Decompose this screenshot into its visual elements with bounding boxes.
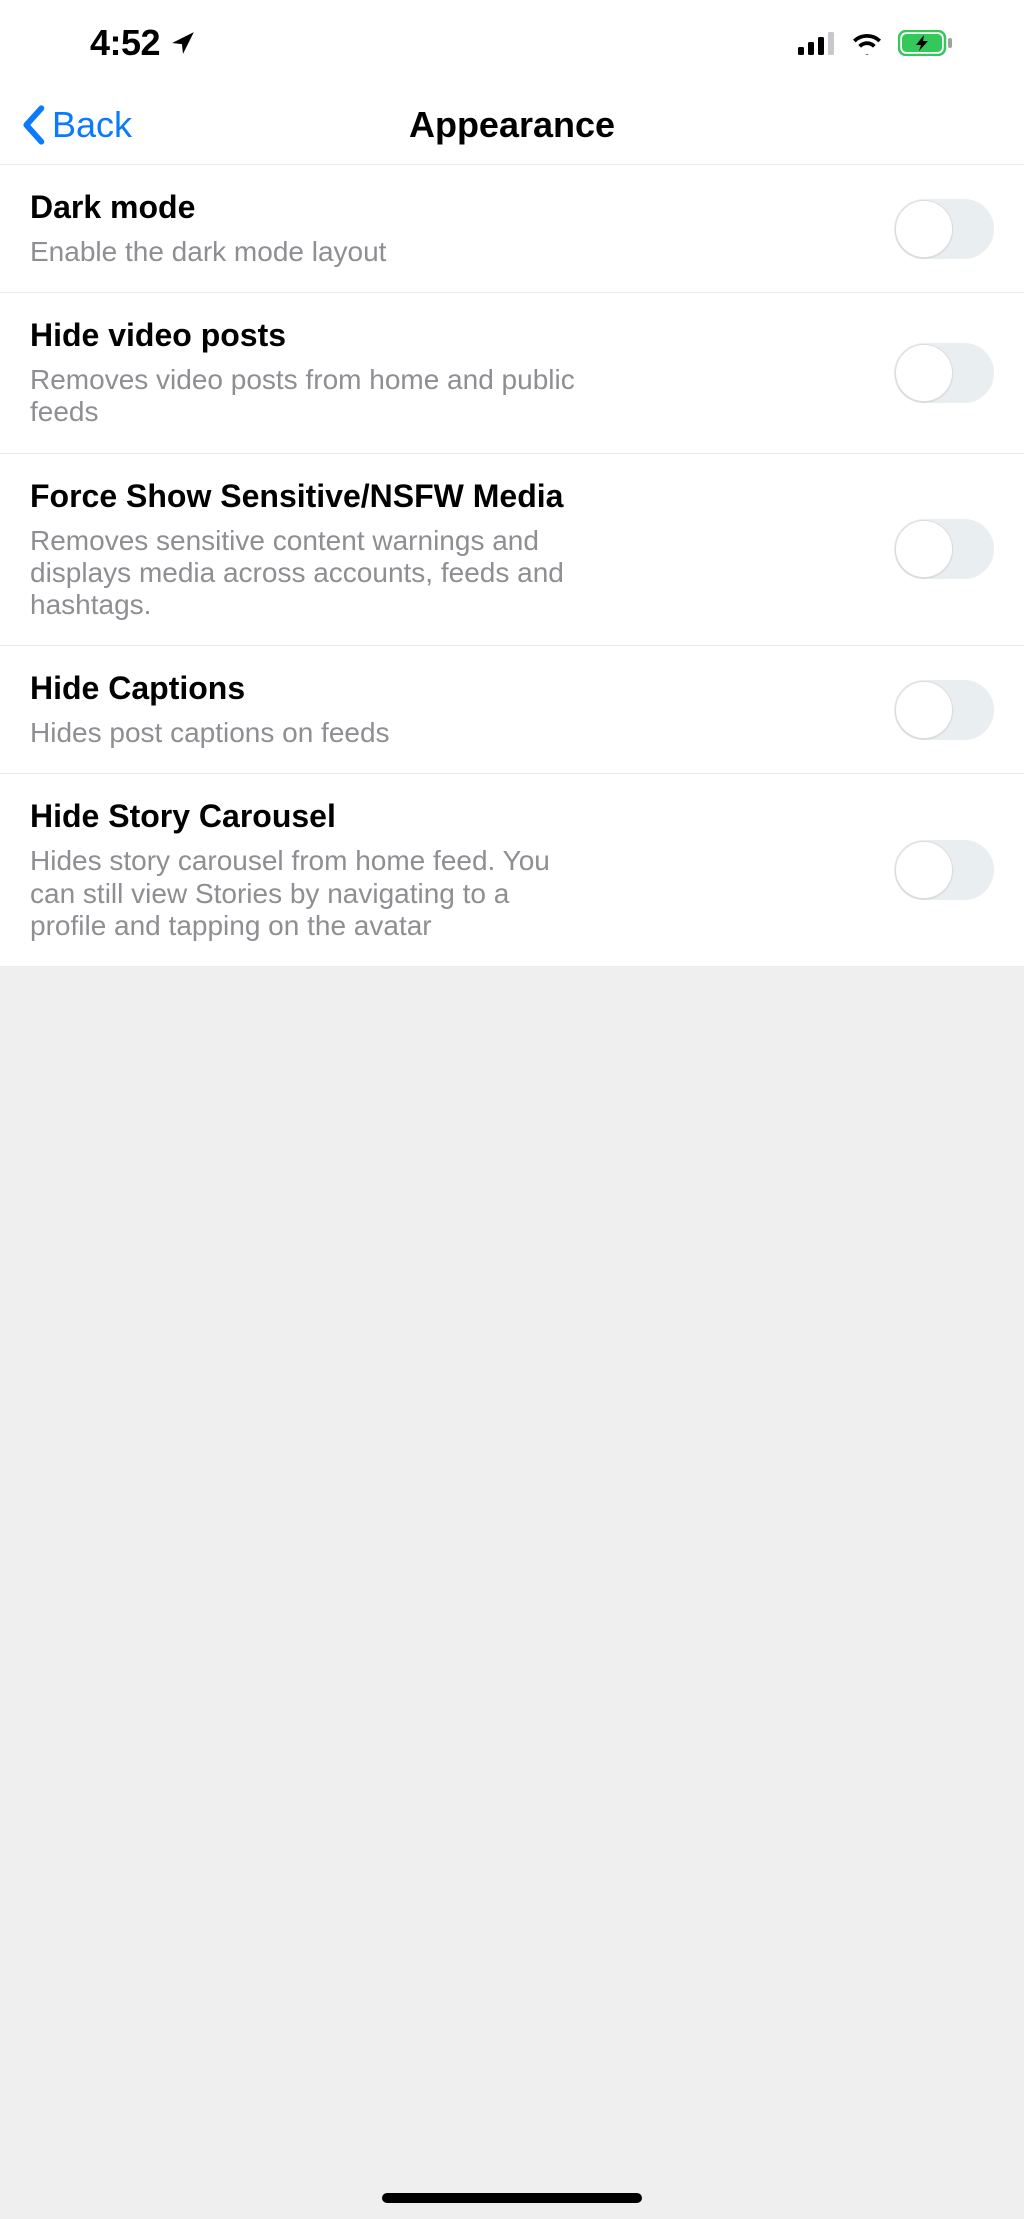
settings-list: Dark mode Enable the dark mode layout Hi… bbox=[0, 165, 1024, 967]
hide-captions-toggle[interactable] bbox=[894, 680, 994, 740]
page-title: Appearance bbox=[409, 104, 615, 146]
status-left: 4:52 bbox=[90, 22, 196, 64]
back-label: Back bbox=[52, 104, 132, 146]
row-text: Force Show Sensitive/NSFW Media Removes … bbox=[30, 478, 874, 622]
row-description: Removes sensitive content warnings and d… bbox=[30, 525, 590, 622]
force-show-sensitive-toggle[interactable] bbox=[894, 519, 994, 579]
row-title: Hide video posts bbox=[30, 317, 864, 354]
row-dark-mode: Dark mode Enable the dark mode layout bbox=[0, 165, 1024, 293]
row-text: Hide video posts Removes video posts fro… bbox=[30, 317, 874, 428]
home-indicator[interactable] bbox=[382, 2193, 642, 2203]
toggle-knob bbox=[895, 681, 953, 739]
row-description: Hides post captions on feeds bbox=[30, 717, 590, 749]
hide-story-carousel-toggle[interactable] bbox=[894, 840, 994, 900]
toggle-knob bbox=[895, 344, 953, 402]
hide-video-posts-toggle[interactable] bbox=[894, 343, 994, 403]
row-title: Hide Captions bbox=[30, 670, 864, 707]
location-arrow-icon bbox=[170, 30, 196, 56]
row-text: Dark mode Enable the dark mode layout bbox=[30, 189, 874, 268]
wifi-icon bbox=[850, 31, 884, 55]
toggle-knob bbox=[895, 520, 953, 578]
row-title: Dark mode bbox=[30, 189, 864, 226]
toggle-knob bbox=[895, 200, 953, 258]
nav-bar: Back Appearance bbox=[0, 85, 1024, 165]
chevron-left-icon bbox=[20, 105, 46, 145]
row-hide-story-carousel: Hide Story Carousel Hides story carousel… bbox=[0, 774, 1024, 967]
cellular-signal-icon bbox=[798, 31, 836, 55]
row-description: Removes video posts from home and public… bbox=[30, 364, 590, 428]
row-description: Enable the dark mode layout bbox=[30, 236, 590, 268]
toggle-knob bbox=[895, 841, 953, 899]
row-force-show-sensitive: Force Show Sensitive/NSFW Media Removes … bbox=[0, 454, 1024, 647]
status-right bbox=[798, 30, 954, 56]
row-description: Hides story carousel from home feed. You… bbox=[30, 845, 590, 942]
dark-mode-toggle[interactable] bbox=[894, 199, 994, 259]
back-button[interactable]: Back bbox=[20, 85, 132, 164]
row-hide-video-posts: Hide video posts Removes video posts fro… bbox=[0, 293, 1024, 453]
status-time: 4:52 bbox=[90, 22, 160, 64]
row-title: Force Show Sensitive/NSFW Media bbox=[30, 478, 864, 515]
row-hide-captions: Hide Captions Hides post captions on fee… bbox=[0, 646, 1024, 774]
battery-charging-icon bbox=[898, 30, 954, 56]
row-text: Hide Story Carousel Hides story carousel… bbox=[30, 798, 874, 942]
row-text: Hide Captions Hides post captions on fee… bbox=[30, 670, 874, 749]
status-bar: 4:52 bbox=[0, 0, 1024, 85]
row-title: Hide Story Carousel bbox=[30, 798, 864, 835]
